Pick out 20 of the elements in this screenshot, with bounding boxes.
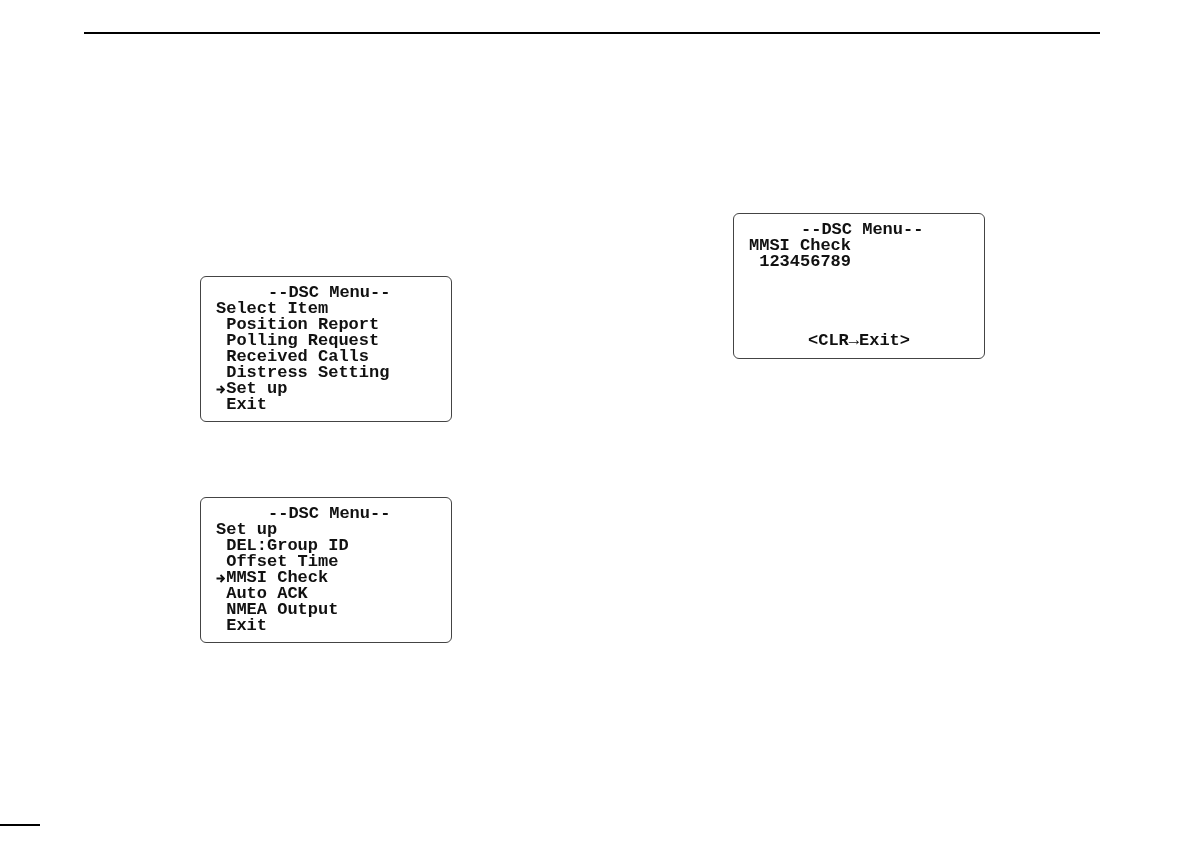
lcd-menu-line: Received Calls [226,349,369,365]
lcd-menu-line: Position Report [226,317,380,333]
key-hint: <CLR→Exit> [808,333,910,349]
screen-heading: Set up [216,522,278,538]
lcd-menu-line: MMSI Check [226,570,329,586]
screen-title: --DSC Menu-- [801,222,924,238]
screen-heading: Select Item [216,301,329,317]
screen-title: --DSC Menu-- [268,285,391,301]
lcd-menu-line: NMEA Output [226,602,339,618]
lcd-menu-line: Distress Setting [226,365,390,381]
screen-heading: MMSI Check [749,238,852,254]
mmsi-number: 123456789 [759,254,851,270]
lcd-menu-line: Exit [226,397,267,413]
lcd-menu-line: Exit [226,618,267,634]
lcd-menu-line: Auto ACK [226,586,308,602]
lcd-menu-line: Offset Time [226,554,339,570]
lcd-menu-line: DEL:Group ID [226,538,349,554]
screen-title: --DSC Menu-- [268,506,391,522]
lcd-menu-line: Set up [226,381,288,397]
lcd-menu-line: Polling Request [226,333,380,349]
